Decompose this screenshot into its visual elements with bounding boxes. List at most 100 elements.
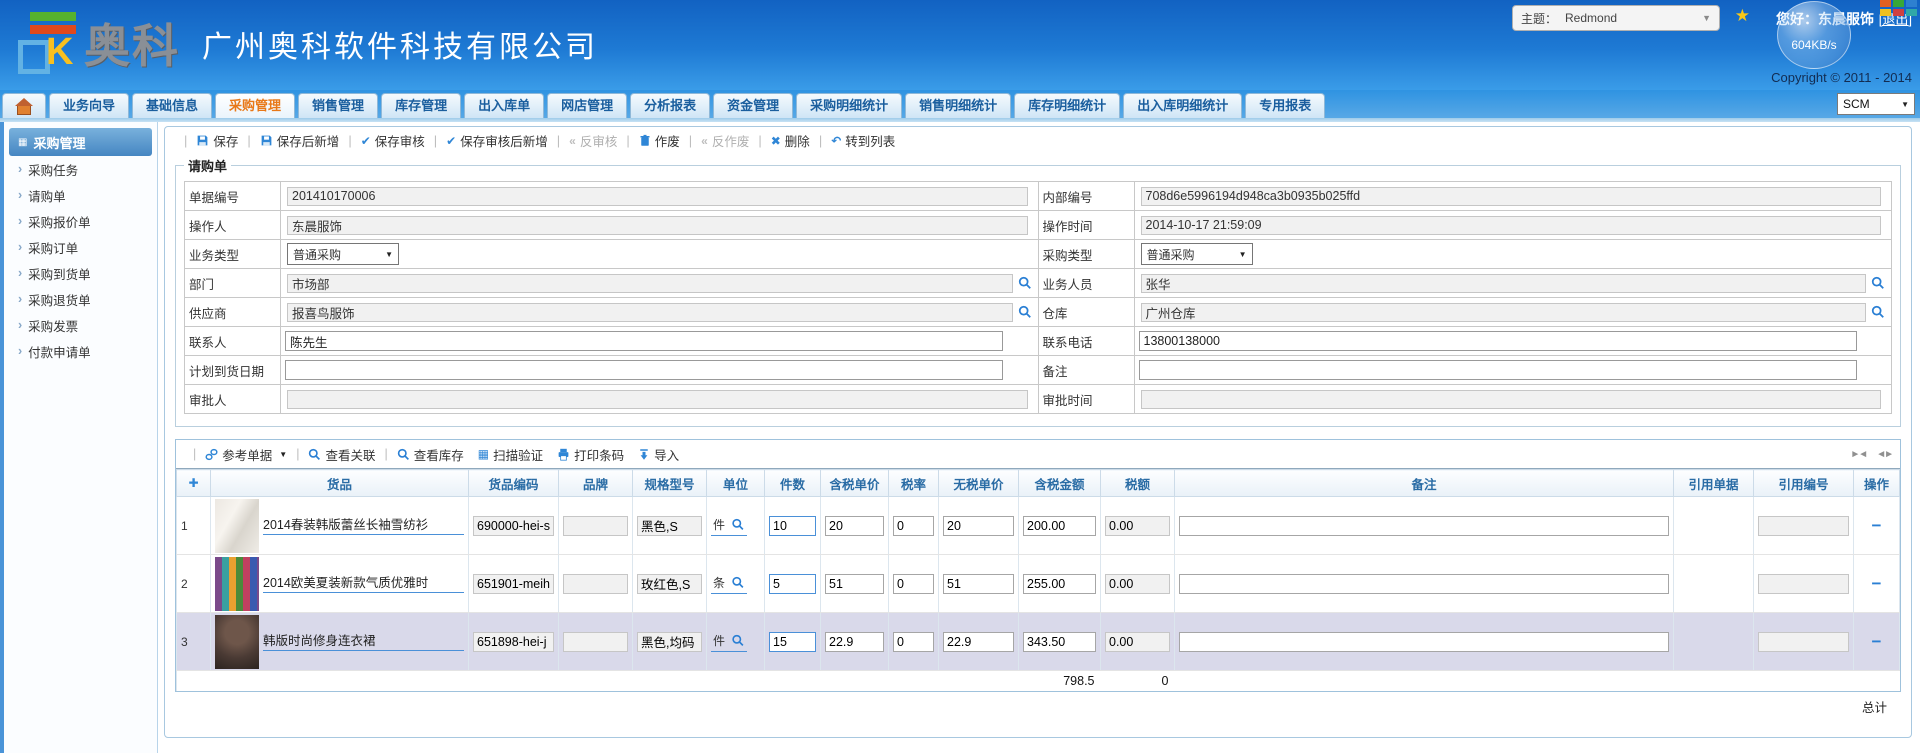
amount-taxed-input[interactable]: [1023, 574, 1096, 594]
col-header-tax-amount[interactable]: 税额: [1101, 470, 1175, 497]
tax-rate-input[interactable]: [893, 632, 934, 652]
qty-input[interactable]: [769, 516, 816, 536]
product-name-link[interactable]: 2014欧美夏装新款气质优雅时: [263, 574, 464, 593]
view-relation-button[interactable]: 查看关联: [308, 445, 375, 464]
remark-input[interactable]: [1139, 360, 1857, 380]
price-taxed-input[interactable]: [825, 516, 884, 536]
home-tab[interactable]: [2, 93, 46, 118]
sidebar-item-qinggoudan[interactable]: ›请购单: [9, 182, 152, 208]
sidebar-item-caigoubaojiadan[interactable]: ›采购报价单: [9, 208, 152, 234]
sidebar-item-caigoudaohuodan[interactable]: ›采购到货单: [9, 260, 152, 286]
sidebar-item-caigoutuihuodan[interactable]: ›采购退货单: [9, 286, 152, 312]
col-header-ref-no[interactable]: 引用编号: [1754, 470, 1854, 497]
search-icon[interactable]: [1018, 305, 1032, 319]
remove-row-button[interactable]: −: [1854, 555, 1900, 613]
search-icon[interactable]: [731, 576, 745, 589]
plan-date-input[interactable]: [285, 360, 1003, 380]
price-taxed-input[interactable]: [825, 574, 884, 594]
qty-input[interactable]: [769, 632, 816, 652]
delete-button[interactable]: ✖ 删除: [771, 131, 810, 150]
department-input[interactable]: [287, 274, 1013, 293]
biz-type-select[interactable]: 普通采购▼: [287, 243, 399, 265]
collapse-columns-icon[interactable]: ►◄: [1850, 449, 1866, 460]
save-audit-and-new-button[interactable]: ✔ 保存审核后新增: [446, 131, 548, 150]
col-header-code[interactable]: 货品编码: [469, 470, 559, 497]
save-button[interactable]: 保存: [196, 131, 238, 150]
contact-input[interactable]: [285, 331, 1003, 351]
reference-doc-button[interactable]: 参考单据 ▼: [205, 445, 287, 464]
col-header-unit[interactable]: 单位: [707, 470, 765, 497]
sidebar-item-caigourenwu[interactable]: ›采购任务: [9, 156, 152, 182]
search-icon[interactable]: [1018, 276, 1032, 290]
tab-xiaoshoumingxitongji[interactable]: 销售明细统计: [905, 93, 1011, 118]
remove-row-button[interactable]: −: [1854, 497, 1900, 555]
save-and-new-button[interactable]: 保存后新增: [260, 131, 340, 150]
import-button[interactable]: 导入: [638, 445, 679, 464]
expand-columns-icon[interactable]: ◄►: [1876, 449, 1892, 460]
row-remark-input[interactable]: [1179, 632, 1669, 652]
purchase-type-select[interactable]: 普通采购▼: [1141, 243, 1253, 265]
search-icon[interactable]: [731, 634, 745, 647]
phone-input[interactable]: [1139, 331, 1857, 351]
scm-select[interactable]: SCM ▼: [1837, 93, 1915, 115]
table-row-selected[interactable]: 3 韩版时尚修身连衣裙 件: [177, 613, 1900, 671]
tab-wangdianguanli[interactable]: 网店管理: [547, 93, 627, 118]
tax-rate-input[interactable]: [893, 574, 934, 594]
col-header-op[interactable]: 操作: [1854, 470, 1900, 497]
tab-jichuxinxi[interactable]: 基础信息: [132, 93, 212, 118]
col-header-qty[interactable]: 件数: [765, 470, 821, 497]
favorite-star-icon[interactable]: ★: [1735, 6, 1750, 26]
view-stock-button[interactable]: 查看库存: [397, 445, 464, 464]
tab-fenxibaobiao[interactable]: 分析报表: [630, 93, 710, 118]
amount-taxed-input[interactable]: [1023, 516, 1096, 536]
sidebar-item-fukuanshenqingdan[interactable]: ›付款申请单: [9, 338, 152, 364]
tax-rate-input[interactable]: [893, 516, 934, 536]
row-remark-input[interactable]: [1179, 516, 1669, 536]
tab-kucunmingxitongji[interactable]: 库存明细统计: [1014, 93, 1120, 118]
col-header-spec[interactable]: 规格型号: [633, 470, 707, 497]
col-header-ref-doc[interactable]: 引用单据: [1674, 470, 1754, 497]
search-icon[interactable]: [1871, 276, 1885, 290]
tab-yewuxiangdao[interactable]: 业务向导: [49, 93, 129, 118]
col-header-amount-taxed[interactable]: 含税金额: [1019, 470, 1101, 497]
tab-kucunguanli[interactable]: 库存管理: [381, 93, 461, 118]
tab-caigouguanli[interactable]: 采购管理: [215, 93, 295, 118]
remove-row-button[interactable]: −: [1854, 613, 1900, 671]
scan-verify-button[interactable]: ▦ 扫描验证: [478, 445, 543, 464]
sidebar-item-caigoufapiao[interactable]: ›采购发票: [9, 312, 152, 338]
price-untaxed-input[interactable]: [943, 574, 1014, 594]
price-untaxed-input[interactable]: [943, 516, 1014, 536]
col-header-product[interactable]: 货品: [211, 470, 469, 497]
product-name-link[interactable]: 2014春装韩版蕾丝长袖雪纺衫: [263, 516, 464, 535]
table-row[interactable]: 2 2014欧美夏装新款气质优雅时 条: [177, 555, 1900, 613]
tab-caigoumingxitongji[interactable]: 采购明细统计: [796, 93, 902, 118]
col-header-price-untaxed[interactable]: 无税单价: [939, 470, 1019, 497]
col-header-tax-rate[interactable]: 税率: [889, 470, 939, 497]
save-audit-button[interactable]: ✔ 保存审核: [361, 131, 425, 150]
theme-select[interactable]: 主题： Redmond ▼: [1512, 5, 1720, 31]
warehouse-input[interactable]: [1141, 303, 1867, 322]
row-remark-input[interactable]: [1179, 574, 1669, 594]
amount-taxed-input[interactable]: [1023, 632, 1096, 652]
search-icon[interactable]: [1871, 305, 1885, 319]
network-speed-bubble[interactable]: 604KB/s: [1777, 1, 1851, 69]
search-icon[interactable]: [731, 518, 745, 531]
tab-xiaoshouguanli[interactable]: 销售管理: [298, 93, 378, 118]
tab-zijinguanli[interactable]: 资金管理: [713, 93, 793, 118]
product-name-link[interactable]: 韩版时尚修身连衣裙: [263, 632, 464, 651]
sidebar-item-caigoudingdan[interactable]: ›采购订单: [9, 234, 152, 260]
supplier-input[interactable]: [287, 303, 1013, 322]
go-to-list-button[interactable]: ↶ 转到列表: [831, 131, 895, 150]
col-header-remark[interactable]: 备注: [1175, 470, 1674, 497]
table-row[interactable]: 1 2014春装韩版蕾丝长袖雪纺衫 件: [177, 497, 1900, 555]
qty-input[interactable]: [769, 574, 816, 594]
tab-churukumingxitongji[interactable]: 出入库明细统计: [1123, 93, 1242, 118]
void-button[interactable]: 作废: [639, 131, 680, 150]
price-taxed-input[interactable]: [825, 632, 884, 652]
col-header-brand[interactable]: 品牌: [559, 470, 633, 497]
price-untaxed-input[interactable]: [943, 632, 1014, 652]
tab-zhuanyongbaobiao[interactable]: 专用报表: [1245, 93, 1325, 118]
tab-churukudan[interactable]: 出入库单: [464, 93, 544, 118]
print-barcode-button[interactable]: 打印条码: [557, 445, 624, 464]
add-row-button[interactable]: ✚: [177, 470, 211, 497]
